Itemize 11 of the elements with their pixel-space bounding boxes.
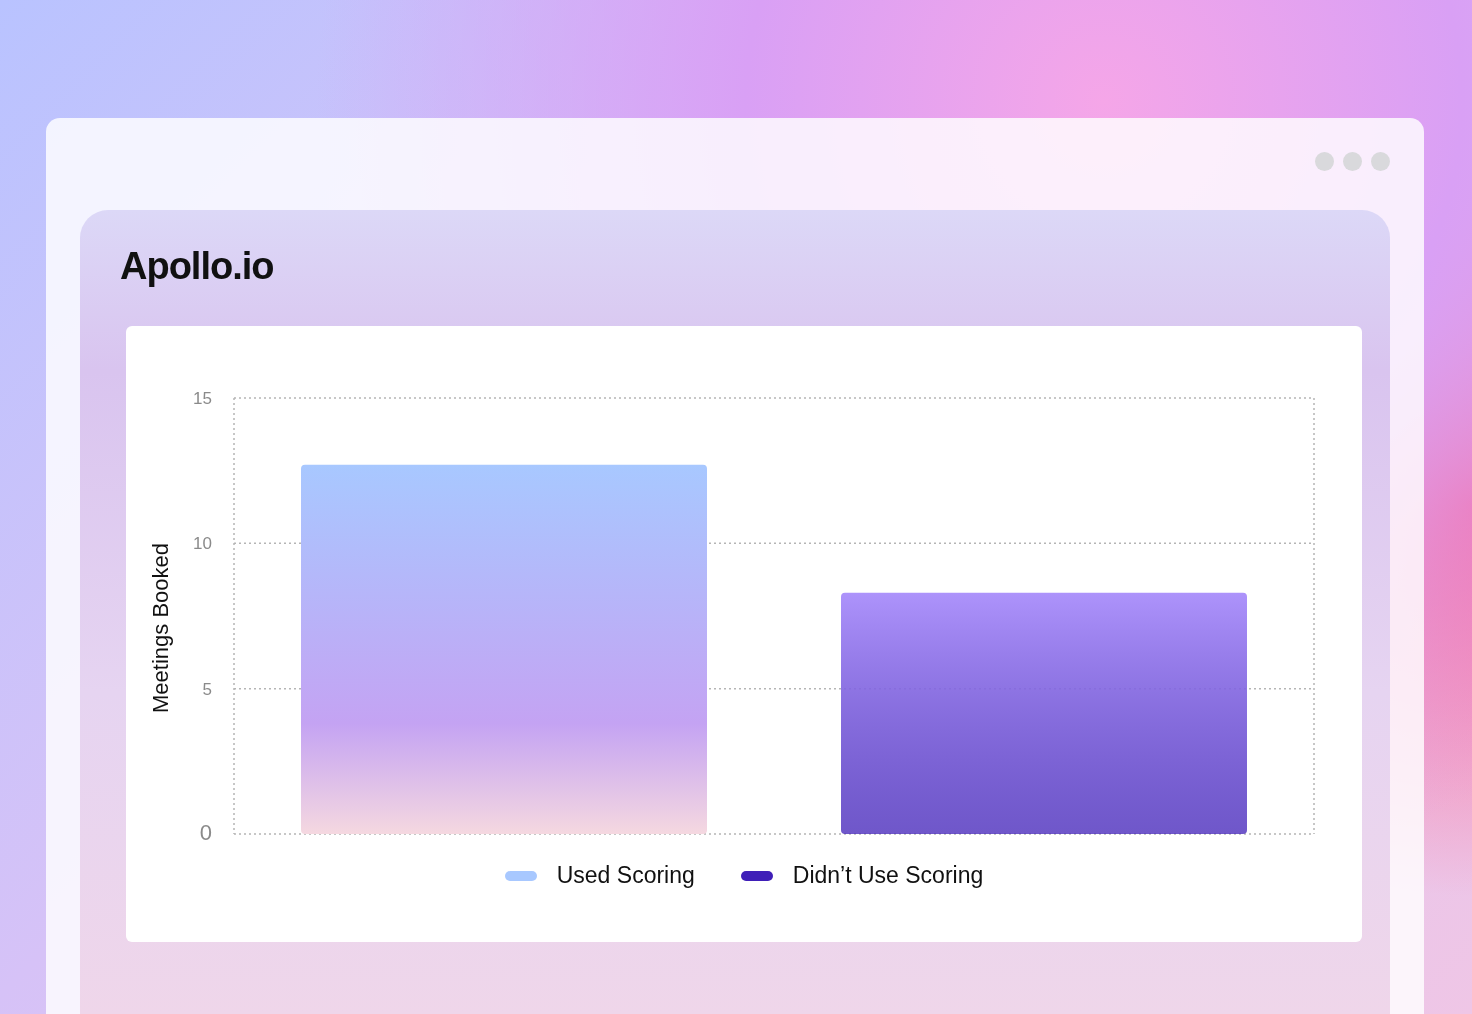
window-control-icon[interactable] (1343, 152, 1362, 171)
logo: Apollo.io (120, 244, 274, 288)
y-tick-label: 5 (202, 679, 212, 699)
legend-label: Used Scoring (556, 862, 695, 889)
y-axis-title: Meetings Booked (148, 543, 173, 713)
y-tick-label: 15 (193, 389, 212, 408)
y-tick-label: 10 (193, 534, 212, 554)
window-control-icon[interactable] (1371, 152, 1390, 171)
legend-label: Didn’t Use Scoring (792, 862, 984, 889)
y-tick-label: 0 (199, 820, 212, 845)
window-control-icon[interactable] (1315, 152, 1334, 171)
